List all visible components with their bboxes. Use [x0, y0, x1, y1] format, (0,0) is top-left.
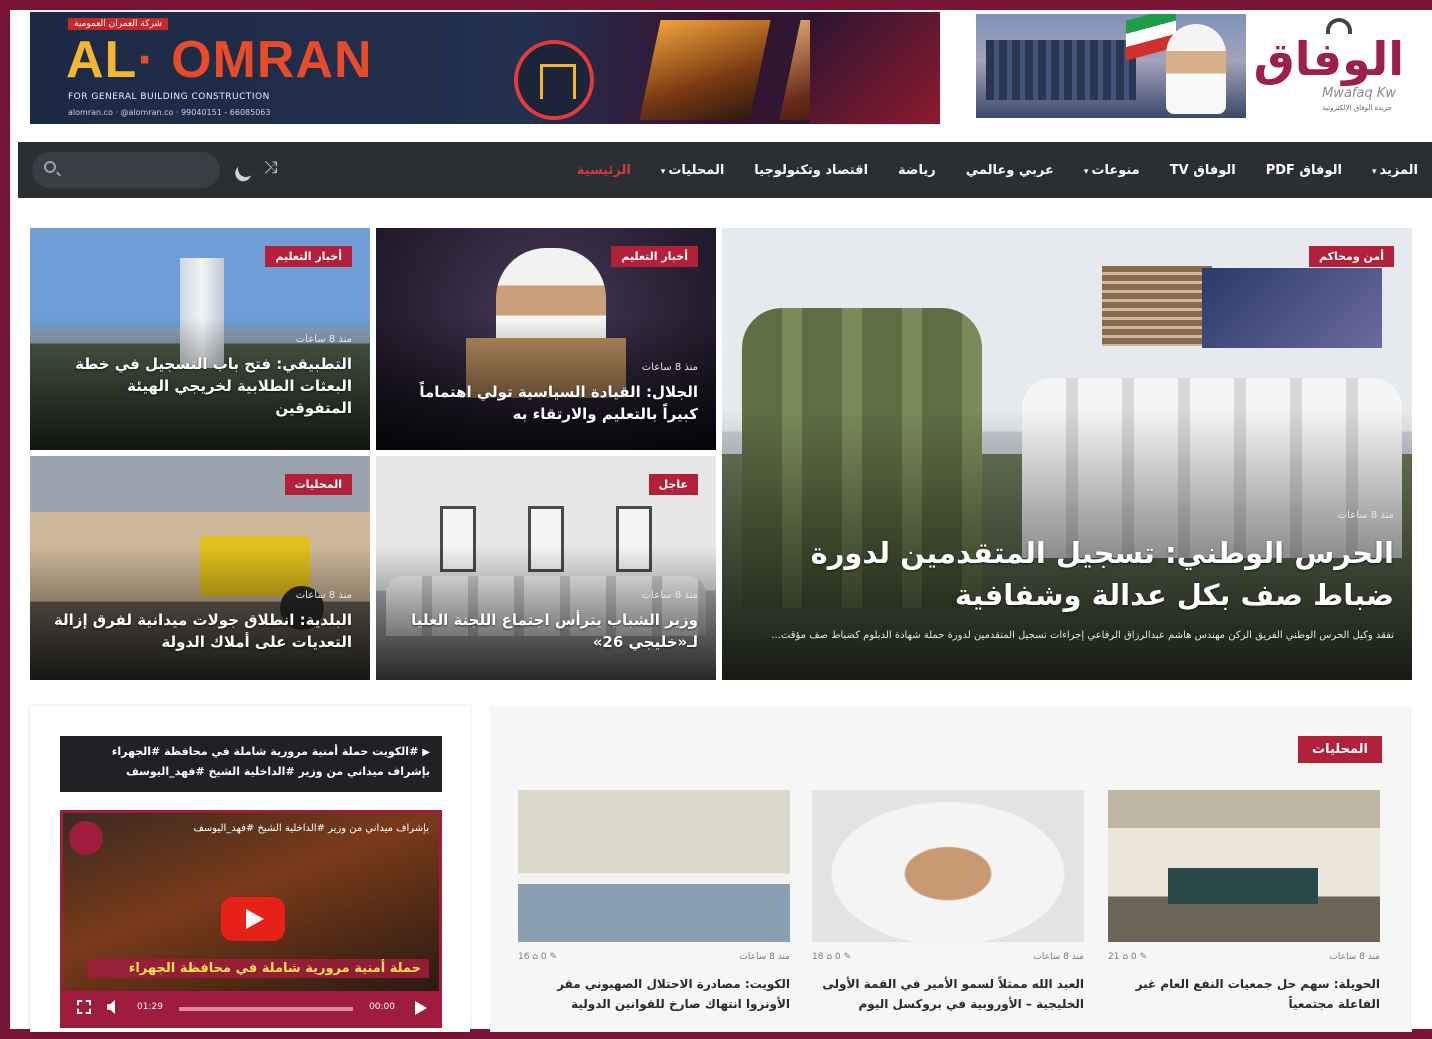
- nav-item[interactable]: الوفاق PDF: [1266, 163, 1342, 178]
- nav-item[interactable]: الوفاق TV: [1170, 163, 1236, 178]
- story-time: منذ 8 ساعات: [641, 362, 698, 373]
- ad-contact: alomran.co · @alomran.co · 99040151 - 66…: [68, 108, 271, 117]
- hero-main-story[interactable]: أمن ومحاكم منذ 8 ساعات الحرس الوطني: تسج…: [722, 228, 1412, 680]
- channel-logo-icon: [69, 821, 103, 855]
- category-badge[interactable]: أمن ومحاكم: [1308, 246, 1394, 267]
- category-badge[interactable]: المحليات: [284, 474, 352, 495]
- story-title[interactable]: البلدية: انطلاق جولات ميدانية لفرق إزالة…: [48, 610, 352, 654]
- site-logo[interactable]: الوفاق Mwafaq Kw جريدة الوفاق الإلكتروني…: [1253, 14, 1416, 114]
- nav-item[interactable]: اقتصاد وتكنولوجيا: [754, 163, 868, 178]
- card-date: منذ 8 ساعات: [1033, 952, 1084, 962]
- random-article-icon[interactable]: ⤨: [264, 158, 278, 178]
- category-badge[interactable]: عاجل: [648, 474, 698, 495]
- story-title[interactable]: وزير الشباب يترأس اجتماع اللجنة العليا ل…: [394, 610, 698, 654]
- story-time: منذ 8 ساعات: [1337, 510, 1394, 521]
- ad-decoration: [810, 12, 940, 124]
- progress-track[interactable]: [179, 1007, 353, 1011]
- video-controls: 00:00 01:29: [63, 991, 439, 1025]
- advertisement-banner[interactable]: شركة العمران العمومية AL· OMRAN FOR GENE…: [30, 12, 940, 124]
- logo-latin: Mwafaq Kw: [1322, 86, 1396, 101]
- hero-story[interactable]: عاجل منذ 8 ساعات وزير الشباب يترأس اجتما…: [376, 456, 716, 680]
- video-overlay-title: بإشراف ميداني من وزير #الداخلية الشيخ #ف…: [193, 823, 429, 834]
- chevron-down-icon: ▾: [1371, 166, 1377, 177]
- chevron-down-icon: ▾: [1083, 166, 1089, 177]
- card-image[interactable]: [518, 790, 790, 942]
- volume-icon[interactable]: [107, 1000, 115, 1014]
- youtube-play-icon[interactable]: [221, 897, 285, 941]
- story-excerpt: تفقد وكيل الحرس الوطني الفريق الركن مهند…: [771, 630, 1394, 641]
- ad-subtitle: FOR GENERAL BUILDING CONSTRUCTION: [68, 92, 270, 102]
- category-badge[interactable]: أخبار التعليم: [265, 246, 352, 267]
- news-card[interactable]: منذ 8 ساعات 16 ⌂ 0 ✎ الكويت: مصادرة الاح…: [518, 790, 790, 1030]
- card-headline[interactable]: الكويت: مصادرة الاحتلال الصهيوني مقر الأ…: [518, 974, 790, 1015]
- card-stats: 16 ⌂ 0 ✎: [518, 952, 558, 962]
- story-title[interactable]: الحرس الوطني: تسجيل المتقدمين لدورة ضباط…: [740, 532, 1394, 616]
- hero-story[interactable]: أخبار التعليم منذ 8 ساعات التطبيقي: فتح …: [30, 228, 370, 450]
- leader-portrait: [1166, 24, 1226, 114]
- hero-grid: أمن ومحاكم منذ 8 ساعات الحرس الوطني: تسج…: [30, 228, 1412, 680]
- city-skyline: [986, 40, 1136, 100]
- nav-menu: الرئيسية المحليات▾ اقتصاد وتكنولوجيا رياضة ع…: [577, 142, 1418, 198]
- story-title[interactable]: التطبيقي: فتح باب التسجيل في خطة البعثات…: [48, 354, 352, 419]
- time-elapsed: 00:00: [369, 1002, 395, 1012]
- dark-mode-icon[interactable]: [236, 159, 257, 180]
- card-headline[interactable]: الحويلة: سهم حل جمعيات النفع العام غير ا…: [1108, 974, 1380, 1015]
- nav-item[interactable]: منوعات▾: [1084, 163, 1140, 178]
- nav-item[interactable]: الرئيسية: [577, 163, 631, 178]
- news-card[interactable]: منذ 8 ساعات 18 ⌂ 0 ✎ العبد الله ممثلاً ل…: [812, 790, 1084, 1030]
- play-icon: ▶: [422, 747, 430, 758]
- search-icon[interactable]: [44, 161, 56, 173]
- leader-banner: [976, 14, 1246, 118]
- local-news-section: المحليات منذ 8 ساعات 21 ⌂ 0 ✎ الحويلة: س…: [490, 706, 1412, 1032]
- nav-item[interactable]: المحليات▾: [661, 163, 725, 178]
- card-stats: 18 ⌂ 0 ✎: [812, 952, 852, 962]
- video-player[interactable]: بإشراف ميداني من وزير #الداخلية الشيخ #ف…: [60, 810, 442, 1028]
- story-title[interactable]: الجلال: القيادة السياسية تولي اهتماماً ك…: [394, 382, 698, 426]
- play-button[interactable]: [415, 1001, 427, 1015]
- logo-arabic: الوفاق: [1253, 32, 1404, 86]
- news-card[interactable]: منذ 8 ساعات 21 ⌂ 0 ✎ الحويلة: سهم حل جمع…: [1108, 790, 1380, 1030]
- nav-item[interactable]: عربي وعالمي: [966, 163, 1054, 178]
- category-badge[interactable]: أخبار التعليم: [611, 246, 698, 267]
- time-total: 01:29: [137, 1002, 163, 1012]
- video-widget: ▶#الكويت حملة أمنية مرورية شاملة في محاف…: [30, 706, 470, 1032]
- card-headline[interactable]: العبد الله ممثلاً لسمو الأمير في القمة ا…: [812, 974, 1084, 1015]
- ad-tag: شركة العمران العمومية: [68, 18, 169, 30]
- nav-item[interactable]: المزيد▾: [1372, 163, 1418, 178]
- main-navbar: ⤨ الرئيسية المحليات▾ اقتصاد وتكنولوجيا رياض…: [18, 142, 1432, 198]
- ad-photo: [639, 20, 771, 120]
- hero-story[interactable]: المحليات منذ 8 ساعات البلدية: انطلاق جول…: [30, 456, 370, 680]
- card-stats: 21 ⌂ 0 ✎: [1108, 952, 1148, 962]
- card-date: منذ 8 ساعات: [1329, 952, 1380, 962]
- video-caption[interactable]: ▶#الكويت حملة أمنية مرورية شاملة في محاف…: [60, 736, 442, 792]
- card-image[interactable]: [1108, 790, 1380, 942]
- story-time: منذ 8 ساعات: [295, 334, 352, 345]
- story-time: منذ 8 ساعات: [295, 590, 352, 601]
- video-headline: حملة أمنية مرورية شاملة في محافظة الجهرا…: [87, 959, 429, 978]
- logo-tagline: جريدة الوفاق الإلكترونية: [1322, 104, 1392, 112]
- section-title[interactable]: المحليات: [1298, 736, 1382, 763]
- ad-brand: AL· OMRAN: [66, 31, 373, 89]
- hero-story[interactable]: أخبار التعليم منذ 8 ساعات الجلال: القياد…: [376, 228, 716, 450]
- search-input[interactable]: [32, 152, 220, 188]
- story-time: منذ 8 ساعات: [641, 590, 698, 601]
- card-image[interactable]: [812, 790, 1084, 942]
- nav-item[interactable]: رياضة: [898, 163, 936, 178]
- ad-logo-icon: [514, 40, 594, 120]
- fullscreen-icon[interactable]: [77, 1000, 91, 1014]
- chevron-down-icon: ▾: [660, 166, 666, 177]
- card-date: منذ 8 ساعات: [739, 952, 790, 962]
